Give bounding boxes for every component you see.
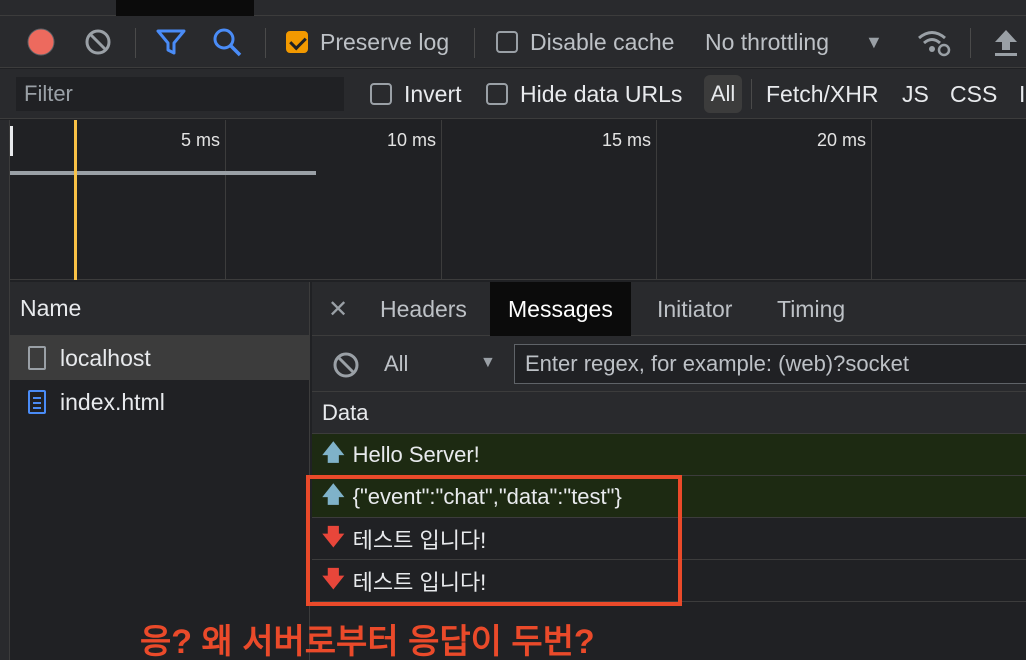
separator: [751, 79, 752, 109]
request-name: localhost: [60, 344, 151, 371]
separator: [970, 28, 971, 58]
type-filter-js[interactable]: JS: [902, 81, 929, 108]
top-strip: [0, 0, 1026, 16]
filter-input[interactable]: [16, 77, 344, 111]
upload-icon: [995, 30, 1017, 56]
hide-data-urls-checkbox[interactable]: [486, 83, 508, 105]
preserve-log-label: Preserve log: [320, 28, 450, 55]
left-edge: [0, 120, 10, 660]
disable-cache-toggle[interactable]: Disable cache: [496, 16, 674, 68]
tab-initiator[interactable]: Initiator: [639, 282, 750, 336]
clear-messages-icon[interactable]: [332, 351, 360, 379]
throttling-select[interactable]: No throttling ▼: [705, 16, 883, 68]
record-icon: [27, 28, 55, 56]
annotation-highlight-box: [306, 475, 682, 606]
type-filter-all[interactable]: All: [704, 75, 742, 113]
message-text: Hello Server!: [352, 441, 480, 467]
request-name: index.html: [60, 388, 165, 415]
close-icon[interactable]: ✕: [328, 295, 348, 324]
chevron-down-icon: ▼: [865, 31, 883, 52]
dom-content-loaded-marker: [74, 120, 77, 280]
search-button[interactable]: [212, 16, 242, 68]
preserve-log-toggle[interactable]: Preserve log: [286, 16, 449, 68]
request-list: Name localhost index.html: [10, 282, 310, 660]
timeline-gridline: [441, 120, 442, 280]
type-filter-fetch-xhr[interactable]: Fetch/XHR: [766, 81, 878, 108]
clear-icon: [85, 29, 111, 55]
timeline-overview[interactable]: 5 ms 10 ms 15 ms 20 ms: [10, 120, 1026, 280]
websocket-file-icon: [28, 346, 46, 370]
type-filter-overflow[interactable]: I: [1019, 81, 1025, 108]
disable-cache-checkbox[interactable]: [496, 31, 518, 53]
wifi-settings-icon: [918, 31, 951, 57]
request-row-localhost[interactable]: localhost: [10, 336, 309, 380]
detail-tabs: ✕ Headers Messages Initiator Timing: [312, 282, 1026, 336]
document-icon: [28, 390, 46, 414]
timeline-tick-label: 20 ms: [816, 130, 866, 150]
timeline-gridline: [225, 120, 226, 280]
messages-filter-bar: All ▼: [312, 336, 1026, 392]
annotation-text: 응? 왜 서버로부터 응답이 두번?: [140, 623, 595, 660]
import-har-button[interactable]: [992, 16, 1020, 68]
timeline-tick-label: 5 ms: [180, 130, 220, 150]
hide-data-urls-label: Hide data URLs: [520, 80, 683, 107]
timeline-tick-label: 15 ms: [601, 130, 651, 150]
clear-button[interactable]: [84, 16, 112, 68]
arrow-up-icon: 🡅: [322, 439, 345, 465]
timeline-gridline: [656, 120, 657, 280]
throttling-value: No throttling: [705, 28, 830, 55]
separator: [474, 28, 475, 58]
filter-toggle-button[interactable]: [156, 16, 186, 68]
invert-label: Invert: [404, 80, 462, 107]
active-tab-strip: [116, 0, 254, 16]
request-timing-bar: [10, 171, 316, 175]
invert-toggle[interactable]: Invert: [370, 69, 462, 119]
message-type-select[interactable]: All: [384, 351, 408, 377]
record-button[interactable]: [26, 16, 56, 68]
timeline-gridline: [871, 120, 872, 280]
disable-cache-label: Disable cache: [530, 28, 675, 55]
filter-bar: Invert Hide data URLs All Fetch/XHR JS C…: [0, 69, 1026, 119]
timeline-cursor: [10, 126, 13, 156]
tab-timing[interactable]: Timing: [759, 282, 863, 336]
message-regex-input[interactable]: [514, 344, 1026, 384]
network-conditions-button[interactable]: [916, 16, 952, 68]
network-toolbar: Preserve log Disable cache No throttling…: [0, 16, 1026, 68]
tab-messages[interactable]: Messages: [490, 282, 631, 336]
search-icon: [213, 28, 242, 57]
timeline-tick-label: 10 ms: [386, 130, 436, 150]
data-column-header[interactable]: Data: [312, 392, 1026, 434]
preserve-log-checkbox[interactable]: [286, 31, 308, 53]
chevron-down-icon: ▼: [480, 354, 496, 371]
name-column-header[interactable]: Name: [10, 282, 309, 336]
type-filter-css[interactable]: CSS: [950, 81, 997, 108]
hide-data-urls-toggle[interactable]: Hide data URLs: [486, 69, 682, 119]
separator: [135, 28, 136, 58]
funnel-icon: [156, 29, 186, 55]
tab-headers[interactable]: Headers: [362, 282, 485, 336]
request-row-index-html[interactable]: index.html: [10, 380, 309, 424]
message-row[interactable]: 🡅 Hello Server!: [312, 434, 1026, 476]
separator: [265, 28, 266, 58]
invert-checkbox[interactable]: [370, 83, 392, 105]
